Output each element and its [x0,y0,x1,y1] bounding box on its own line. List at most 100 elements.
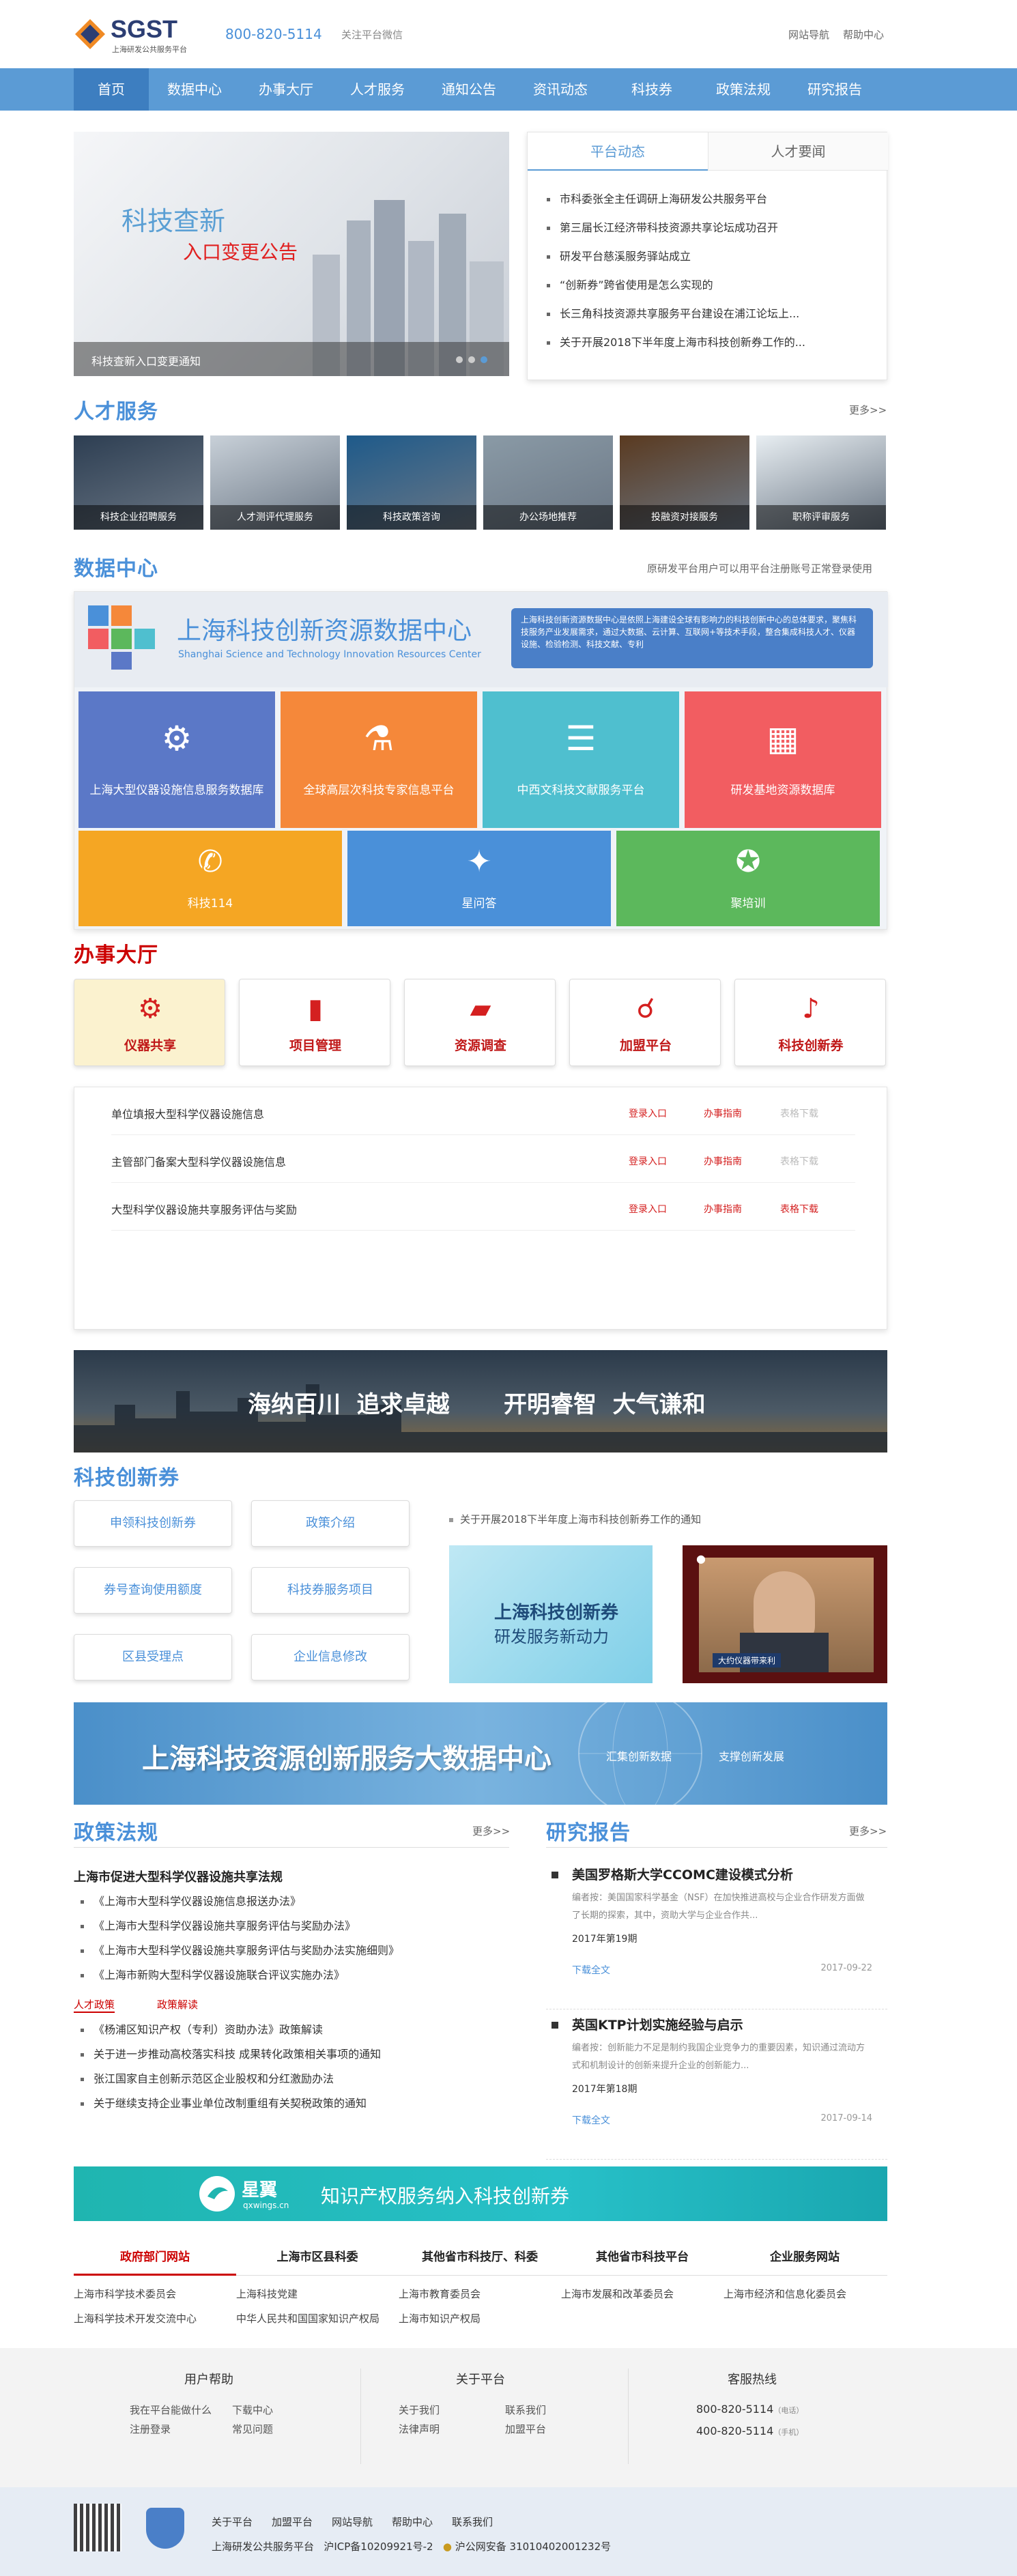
footer-link-register[interactable]: 注册登录 [130,2422,171,2436]
talent-card[interactable]: 人才测评代理服务 [210,435,340,530]
footer-link-join[interactable]: 加盟平台 [505,2422,546,2436]
wechat-link[interactable]: 关注平台微信 [341,27,403,42]
login-link[interactable]: 登录入口 [629,1154,667,1168]
data-tile[interactable]: ☰ 中西文科技文献服务平台 [483,691,679,828]
data-tile[interactable]: ✪ 聚培训 [616,831,880,926]
footer-link-contact[interactable]: 联系我们 [505,2403,546,2417]
hero-banner[interactable]: 科技查新 入口变更公告 科技查新入口变更通知 [74,132,509,376]
bottom-link[interactable]: 网站导航 [332,2515,373,2529]
policy-item[interactable]: 关于进一步推动高校落实科技 成果转化政策相关事项的通知 [81,2045,504,2070]
policy-item[interactable]: 《杨浦区知识产权（专利）资助办法》政策解读 [81,2020,504,2045]
footer-link-download[interactable]: 下载中心 [232,2403,273,2417]
hall-button[interactable]: ▰ 资源调查 [404,979,556,1066]
news-item[interactable]: 长三角科技资源共享服务平台建设在浦江论坛上... [547,304,874,333]
policy-more-link[interactable]: 更多>> [472,1824,510,1838]
tab-policy-interpretation[interactable]: 政策解读 [157,1997,198,2012]
link-tab[interactable]: 企业服务网站 [724,2242,886,2276]
policy-item[interactable]: 《上海市大型科学仪器设施信息报送办法》 [81,1892,504,1917]
footer-link-legal[interactable]: 法律声明 [399,2422,440,2436]
footer-link-about[interactable]: 关于我们 [399,2403,440,2417]
guide-link[interactable]: 办事指南 [704,1106,742,1120]
data-tile[interactable]: ▦ 研发基地资源数据库 [685,691,881,828]
external-link[interactable]: 上海科学技术开发交流中心 [74,2311,197,2325]
bottom-link[interactable]: 加盟平台 [272,2515,313,2529]
nav-item-0[interactable]: 首页 [74,68,149,111]
external-link[interactable]: 上海市科学技术委员会 [74,2287,176,2301]
report-item[interactable]: 美国罗格斯大学CCOMC建设模式分析 编者按：美国国家科学基金（NSF）在加快推进… [546,1863,887,2009]
tab-platform-news[interactable]: 平台动态 [528,132,708,171]
external-link[interactable]: 上海市经济和信息化委员会 [724,2287,846,2301]
talent-card[interactable]: 科技企业招聘服务 [74,435,203,530]
guide-link[interactable]: 办事指南 [704,1202,742,1216]
tab-talent-news[interactable]: 人才要闻 [708,132,888,171]
link-tab[interactable]: 其他省市科技平台 [561,2242,724,2276]
news-item[interactable]: “创新券”跨省使用是怎么实现的 [547,276,874,304]
guide-link[interactable]: 办事指南 [704,1154,742,1168]
nav-item-3[interactable]: 人才服务 [332,68,423,111]
logo[interactable]: SGST 上海研发公共服务平台 [74,15,203,56]
login-link[interactable]: 登录入口 [629,1202,667,1216]
form-download-link[interactable]: 表格下载 [780,1202,818,1216]
nav-item-1[interactable]: 数据中心 [149,68,240,111]
voucher-button[interactable]: 券号查询使用额度 [74,1567,232,1614]
data-tile[interactable]: ⚗ 全球高层次科技专家信息平台 [281,691,477,828]
policy-item[interactable]: 张江国家自主创新示范区企业股权和分红激励办法 [81,2070,504,2094]
external-link[interactable]: 上海科技党建 [236,2287,298,2301]
nav-item-6[interactable]: 科技券 [606,68,698,111]
link-tab[interactable]: 上海市区县科委 [236,2242,399,2276]
bottom-link[interactable]: 联系我们 [452,2515,493,2529]
video-thumbnail[interactable]: 大约仪器带来利 ● [683,1545,887,1683]
voucher-button[interactable]: 申领科技创新券 [74,1500,232,1547]
site-nav-link[interactable]: 网站导航 [788,27,829,42]
voucher-button[interactable]: 政策介绍 [251,1500,410,1547]
slide-dot-3[interactable] [481,356,487,363]
data-tile[interactable]: ✆ 科技114 [78,831,342,926]
voucher-notice[interactable]: 关于开展2018下半年度上海市科技创新券工作的通知 [449,1512,701,1526]
nav-item-5[interactable]: 资讯动态 [515,68,606,111]
policy-item[interactable]: 《上海市新购大型科学仪器设施联合评议实施办法》 [81,1966,504,1990]
news-item[interactable]: 关于开展2018下半年度上海市科技创新券工作的... [547,333,874,362]
policy-item[interactable]: 《上海市大型科学仪器设施共享服务评估与奖励办法》 [81,1917,504,1941]
login-link[interactable]: 登录入口 [629,1106,667,1120]
nav-item-8[interactable]: 研究报告 [789,68,880,111]
nav-item-2[interactable]: 办事大厅 [240,68,332,111]
help-center-link[interactable]: 帮助中心 [843,27,884,42]
news-item[interactable]: 市科委张全主任调研上海研发公共服务平台 [547,190,874,218]
hall-button[interactable]: ⚙ 仪器共享 [74,979,225,1066]
nav-item-4[interactable]: 通知公告 [423,68,515,111]
form-download-link[interactable]: 表格下载 [780,1154,818,1168]
talent-card[interactable]: 职称评审服务 [756,435,886,530]
report-download-link[interactable]: 下载全文 [572,2113,610,2127]
nav-item-7[interactable]: 政策法规 [698,68,789,111]
talent-card[interactable]: 投融资对接服务 [620,435,749,530]
external-link[interactable]: 上海市知识产权局 [399,2311,481,2325]
report-item[interactable]: 英国KTP计划实施经验与启示 编者按：创新能力不足是制约我国企业竞争力的重要因素，… [546,2014,887,2160]
footer-link-what[interactable]: 我在平台能做什么 [130,2403,212,2417]
external-link[interactable]: 中华人民共和国国家知识产权局 [236,2311,379,2325]
talent-card[interactable]: 办公场地推荐 [483,435,613,530]
report-more-link[interactable]: 更多>> [849,1824,887,1838]
bottom-link[interactable]: 关于平台 [212,2515,253,2529]
voucher-button[interactable]: 企业信息修改 [251,1634,410,1680]
bottom-link[interactable]: 帮助中心 [392,2515,433,2529]
policy-item[interactable]: 关于继续支持企业事业单位改制重组有关契税政策的通知 [81,2094,504,2119]
news-item[interactable]: 第三届长江经济带科技资源共享论坛成功召开 [547,218,874,247]
ip-banner[interactable]: 星翼 qxwings.cn 知识产权服务纳入科技创新券 [74,2166,887,2221]
form-download-link[interactable]: 表格下载 [780,1106,818,1120]
link-tab[interactable]: 其他省市科技厅、科委 [399,2242,561,2276]
external-link[interactable]: 上海市教育委员会 [399,2287,481,2301]
report-download-link[interactable]: 下载全文 [572,1963,610,1977]
hall-button[interactable]: ☌ 加盟平台 [569,979,721,1066]
policy-item[interactable]: 《上海市大型科学仪器设施共享服务评估与奖励办法实施细则》 [81,1941,504,1966]
data-tile[interactable]: ⚙ 上海大型仪器设施信息服务数据库 [78,691,275,828]
hall-button[interactable]: ♪ 科技创新券 [734,979,886,1066]
voucher-button[interactable]: 科技券服务项目 [251,1567,410,1614]
footer-link-faq[interactable]: 常见问题 [232,2422,273,2436]
voucher-button[interactable]: 区县受理点 [74,1634,232,1680]
big-data-banner[interactable]: 上海科技资源创新服务大数据中心 汇集创新数据 支撑创新发展 [74,1702,887,1805]
voucher-promo-image[interactable]: 上海科技创新券 研发服务新动力 [449,1545,653,1683]
tab-talent-policy[interactable]: 人才政策 [74,1997,115,2013]
external-link[interactable]: 上海市发展和改革委员会 [561,2287,674,2301]
news-item[interactable]: 研发平台慈溪服务驿站成立 [547,247,874,276]
slide-dot-2[interactable] [468,356,475,363]
